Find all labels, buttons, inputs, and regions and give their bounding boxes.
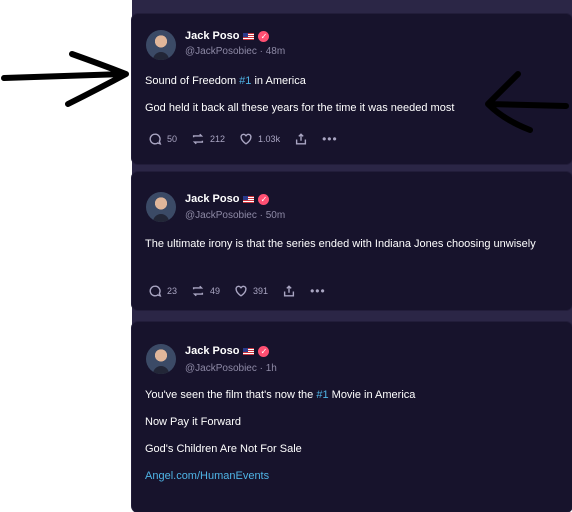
like-button[interactable]: 391 bbox=[234, 284, 268, 298]
repost-icon bbox=[192, 133, 204, 145]
handle-and-time[interactable]: @JackPosobiec · 50m bbox=[185, 210, 285, 221]
repost-count: 212 bbox=[210, 134, 226, 144]
reply-icon bbox=[149, 285, 162, 297]
annotation-arrow-left-icon bbox=[485, 71, 569, 133]
more-options-icon[interactable]: ••• bbox=[322, 132, 338, 146]
post-text: The ultimate irony is that the series en… bbox=[145, 238, 536, 250]
share-button[interactable] bbox=[282, 284, 296, 298]
annotation-arrow-right-icon bbox=[1, 51, 129, 107]
repost-count: 49 bbox=[210, 286, 221, 296]
reply-count: 50 bbox=[167, 134, 178, 144]
action-bar: 23 49 391 ••• bbox=[148, 284, 326, 298]
author-row: Jack Poso ✓ bbox=[185, 345, 270, 357]
hashtag-link[interactable]: #1 bbox=[239, 75, 251, 87]
verified-badge-icon: ✓ bbox=[258, 345, 270, 357]
action-bar: 50 212 1.03k ••• bbox=[148, 132, 338, 146]
text-segment: You've seen the film that's now the bbox=[145, 389, 317, 401]
text-segment: Sound of Freedom bbox=[145, 75, 240, 87]
author-name[interactable]: Jack Poso bbox=[185, 30, 239, 42]
text-segment: Movie in America bbox=[328, 389, 416, 401]
repost-icon bbox=[192, 285, 204, 297]
like-count: 1.03k bbox=[258, 134, 281, 144]
text-line: Now Pay it Forward bbox=[145, 416, 241, 428]
post-text: You've seen the film that's now the #1 M… bbox=[145, 388, 558, 484]
reply-count: 23 bbox=[167, 286, 178, 296]
us-flag-icon bbox=[243, 32, 255, 40]
author-name[interactable]: Jack Poso bbox=[185, 193, 239, 205]
share-button[interactable] bbox=[294, 132, 308, 146]
author-name[interactable]: Jack Poso bbox=[185, 345, 239, 357]
avatar[interactable] bbox=[146, 192, 176, 222]
verified-badge-icon: ✓ bbox=[258, 193, 270, 205]
author-row: Jack Poso ✓ bbox=[185, 193, 270, 205]
heart-icon bbox=[240, 133, 252, 145]
like-count: 391 bbox=[253, 286, 269, 296]
avatar[interactable] bbox=[146, 30, 176, 60]
repost-button[interactable]: 212 bbox=[191, 132, 225, 146]
share-icon bbox=[296, 133, 307, 145]
text-segment: in America bbox=[251, 75, 306, 87]
handle-and-time[interactable]: @JackPosobiec · 1h bbox=[185, 363, 277, 374]
reply-button[interactable]: 23 bbox=[148, 284, 177, 298]
post-card[interactable]: Jack Poso ✓ @JackPosobiec · 1h You've se… bbox=[132, 322, 572, 512]
avatar[interactable] bbox=[146, 344, 176, 374]
more-options-icon[interactable]: ••• bbox=[310, 284, 326, 298]
author-row: Jack Poso ✓ bbox=[185, 30, 270, 42]
us-flag-icon bbox=[243, 347, 255, 355]
reply-icon bbox=[149, 133, 162, 145]
text-line: God's Children Are Not For Sale bbox=[145, 443, 302, 455]
verified-badge-icon: ✓ bbox=[258, 30, 270, 42]
external-link[interactable]: Angel.com/HumanEvents bbox=[145, 469, 558, 484]
hashtag-link[interactable]: #1 bbox=[316, 389, 328, 401]
heart-icon bbox=[235, 285, 247, 297]
handle-and-time[interactable]: @JackPosobiec · 48m bbox=[185, 46, 285, 57]
repost-button[interactable]: 49 bbox=[191, 284, 220, 298]
reply-button[interactable]: 50 bbox=[148, 132, 177, 146]
like-button[interactable]: 1.03k bbox=[239, 132, 280, 146]
post-card[interactable]: Jack Poso ✓ @JackPosobiec · 50m The ulti… bbox=[132, 172, 572, 310]
share-icon bbox=[283, 285, 295, 297]
us-flag-icon bbox=[243, 195, 255, 203]
